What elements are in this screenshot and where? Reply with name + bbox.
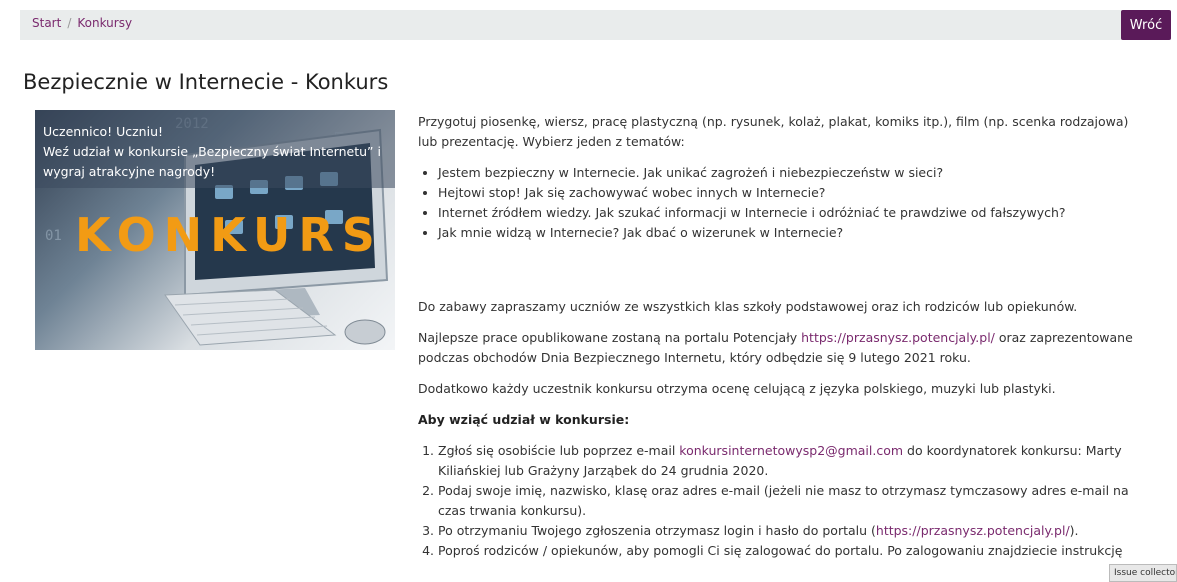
hero-line-1: Uczennico! Uczniu! (43, 124, 164, 139)
step-item: Poproś rodziców / opiekunów, aby pomogli… (438, 541, 1133, 561)
breadcrumb-start-link[interactable]: Start (32, 16, 61, 30)
portal-link[interactable]: https://przasnysz.potencjaly.pl/ (801, 330, 995, 345)
how-to-heading: Aby wziąć udział w konkursie: (418, 412, 630, 427)
step-3-before: Po otrzymaniu Twojego zgłoszenia otrzyma… (438, 523, 876, 538)
hero-text: Uczennico! Uczniu! Weź udział w konkursi… (43, 122, 393, 182)
intro-text: Przygotuj piosenkę, wiersz, pracę plasty… (418, 114, 1129, 149)
breadcrumb: Start / Konkursy (32, 16, 132, 30)
issue-collector-tab[interactable]: Issue collector (1109, 564, 1177, 582)
step-item: Po otrzymaniu Twojego zgłoszenia otrzyma… (438, 521, 1133, 541)
topic-item: Hejtowi stop! Jak się zachowywać wobec i… (438, 183, 1133, 203)
hero-line-2: Weź udział w konkursie „Bezpieczny świat… (43, 144, 381, 159)
page-title: Bezpiecznie w Internecie - Konkurs (23, 70, 389, 94)
invite-text: Do zabawy zapraszamy uczniów ze wszystki… (418, 299, 1078, 314)
step-1-before: Zgłoś się osobiście lub poprzez e-mail (438, 443, 680, 458)
topic-item: Internet źródłem wiedzy. Jak szukać info… (438, 203, 1133, 223)
topic-item: Jak mnie widzą w Internecie? Jak dbać o … (438, 223, 1133, 243)
best-works-before: Najlepsze prace opublikowane zostaną na … (418, 330, 802, 345)
breadcrumb-konkursy-link[interactable]: Konkursy (77, 16, 132, 30)
step-3-after: ). (1069, 523, 1079, 538)
contest-hero-image: 2012 01 ▣ Uczennico! Uczniu! (35, 110, 395, 350)
best-works-text: Najlepsze prace opublikowane zostaną na … (418, 328, 1133, 368)
svg-text:01: 01 (45, 228, 62, 244)
step-item: Zgłoś się osobiście lub poprzez e-mail k… (438, 441, 1133, 481)
breadcrumb-bar: Start / Konkursy (20, 10, 1171, 40)
grade-text: Dodatkowo każdy uczestnik konkursu otrzy… (418, 381, 1056, 396)
steps-list: Zgłoś się osobiście lub poprzez e-mail k… (418, 441, 1133, 561)
konkurs-word: KONKURS (75, 208, 383, 262)
portal-link-2[interactable]: https://przasnysz.potencjaly.pl/ (876, 523, 1070, 538)
email-link[interactable]: konkursinternetowysp2@gmail.com (679, 443, 903, 458)
topic-item: Jestem bezpieczny w Internecie. Jak unik… (438, 163, 1133, 183)
topics-list: Jestem bezpieczny w Internecie. Jak unik… (418, 163, 1133, 243)
contest-description: Przygotuj piosenkę, wiersz, pracę plasty… (418, 112, 1133, 561)
breadcrumb-separator: / (67, 16, 72, 30)
back-button[interactable]: Wróć (1121, 10, 1171, 40)
step-item: Podaj swoje imię, nazwisko, klasę oraz a… (438, 481, 1133, 521)
hero-line-3: wygraj atrakcyjne nagrody! (43, 164, 216, 179)
